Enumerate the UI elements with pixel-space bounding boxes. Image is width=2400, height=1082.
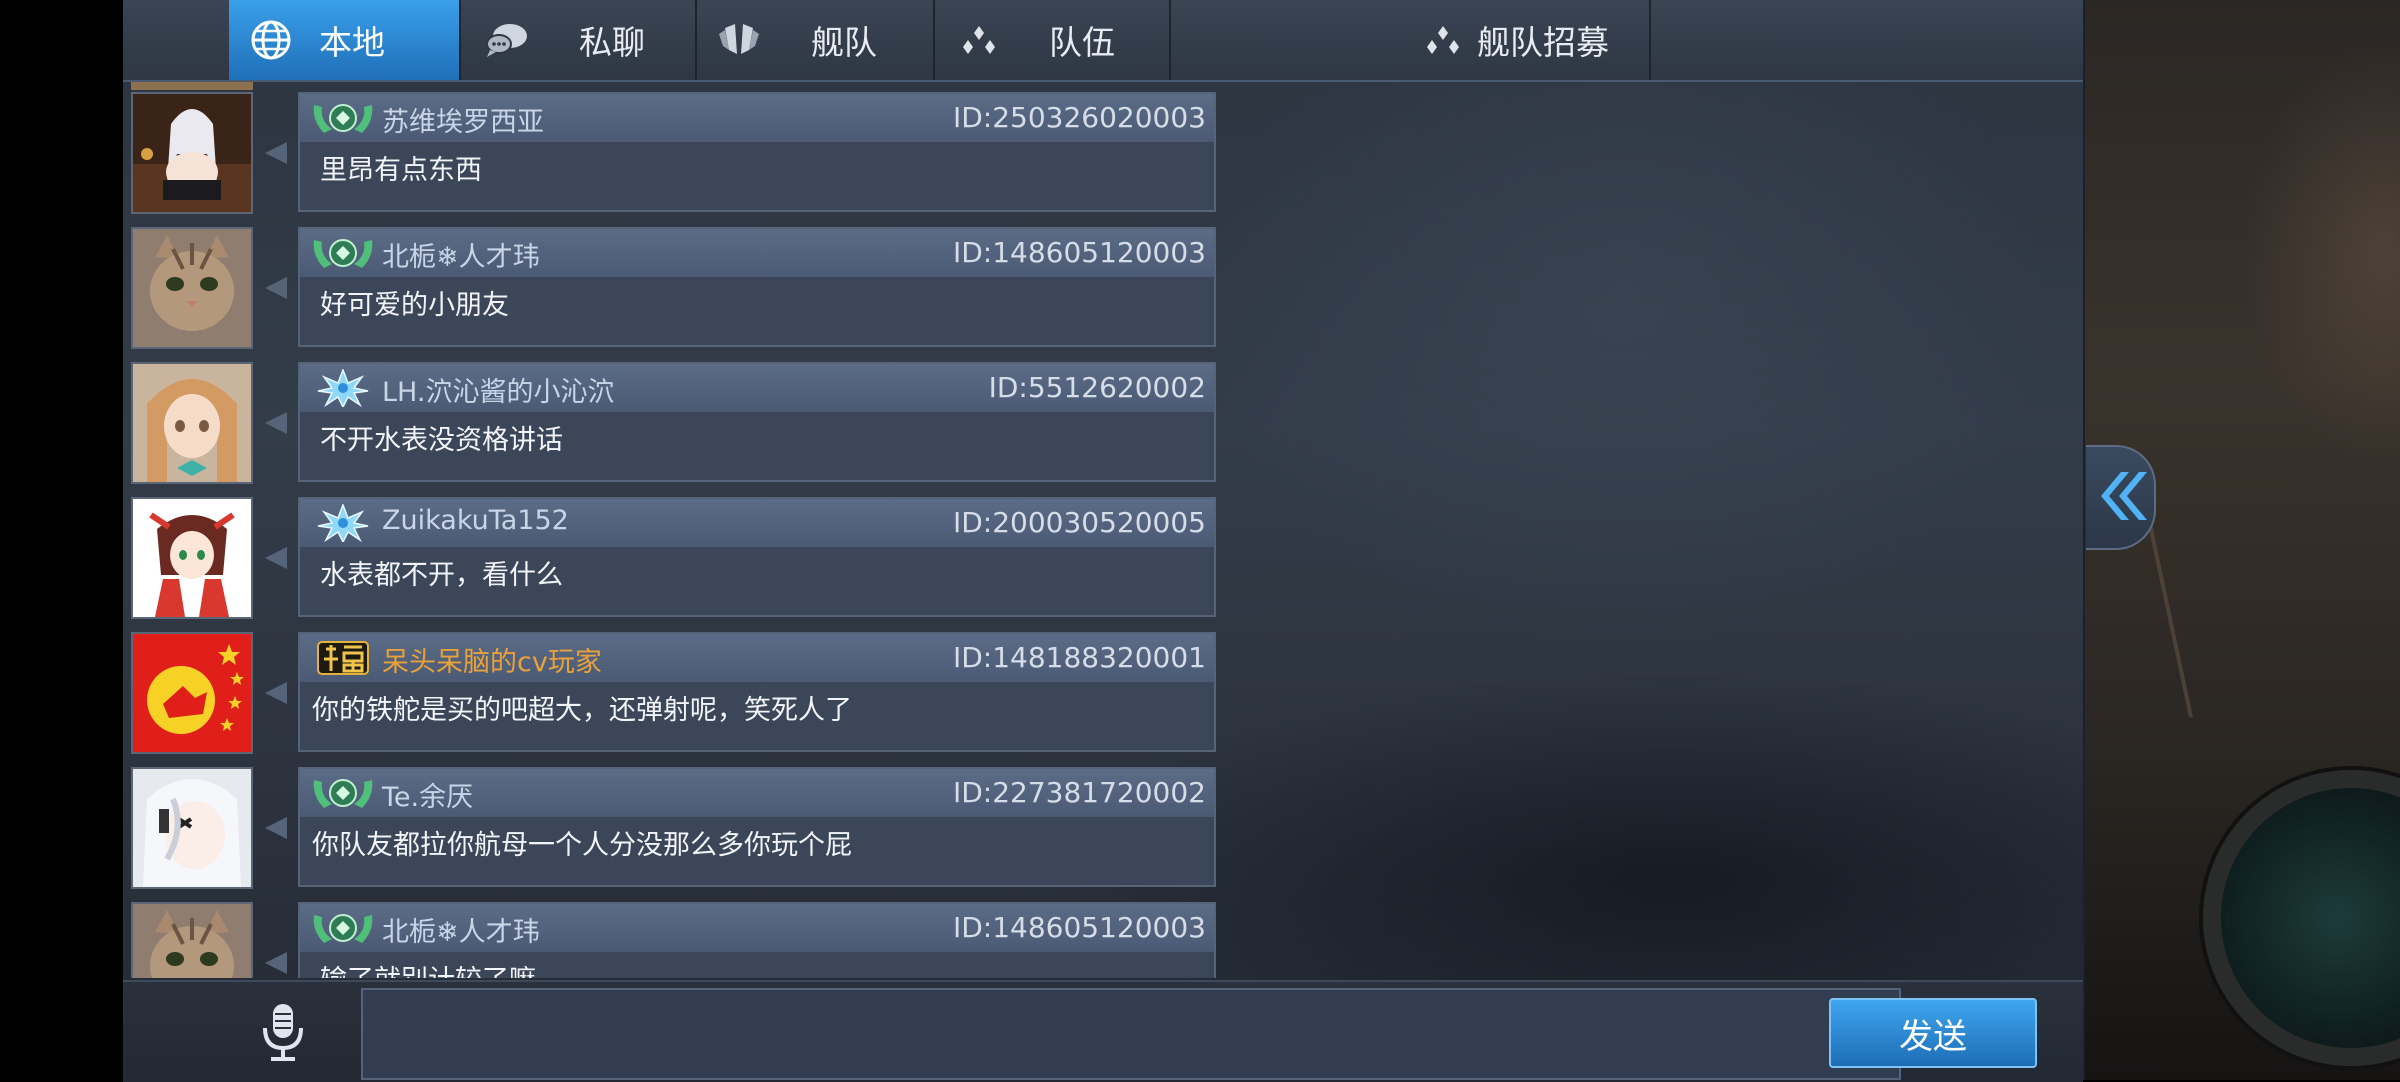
double-chevron-left-icon bbox=[2093, 466, 2147, 530]
sender-name[interactable]: Te.余厌 bbox=[382, 775, 473, 814]
tab-fleet-recruit[interactable]: 舰队招募 bbox=[1169, 0, 1651, 80]
sender-id: ID:148605120003 bbox=[952, 911, 1206, 944]
partial-avatar bbox=[131, 82, 253, 90]
ship-porthole bbox=[2203, 770, 2400, 1066]
sender-id: ID:148605120003 bbox=[952, 236, 1206, 269]
sender-id: ID:5512620002 bbox=[988, 371, 1206, 404]
message-text: 里昂有点东西 bbox=[320, 155, 482, 186]
message-bubble: 苏维埃罗西亚 ID:250326020003 里昂有点东西 bbox=[298, 92, 1216, 212]
message-bubble: 北栀❄人才玮 ID:148605120003 好可爱的小朋友 bbox=[298, 227, 1216, 347]
bubble-pointer bbox=[265, 952, 287, 974]
tab-team-label: 队伍 bbox=[1049, 23, 1115, 62]
message-header: ZuikakuTa152 ID:200030520005 bbox=[300, 499, 1214, 547]
cat-avatar[interactable] bbox=[131, 902, 253, 978]
message-text: 输了就别计较了嘛 bbox=[320, 958, 536, 978]
anime-blonde-avatar[interactable] bbox=[131, 362, 253, 484]
message-text: 不开水表没资格讲话 bbox=[320, 425, 563, 456]
list-item: Te.余厌 ID:227381720002 你队友都拉你航母一个人分没那么多你玩… bbox=[123, 767, 1223, 902]
white-hair-anime-avatar[interactable] bbox=[131, 767, 253, 889]
message-bubble: LH.泬沁酱的小沁泬 ID:5512620002 不开水表没资格讲话 bbox=[298, 362, 1216, 482]
message-text: 你队友都拉你航母一个人分没那么多你玩个屁 bbox=[312, 830, 852, 861]
green-wreath-badge-icon bbox=[310, 774, 376, 812]
chat-tab-bar: 本地 私聊 舰队 队伍 舰队招募 bbox=[123, 0, 2083, 82]
bubble-pointer bbox=[265, 682, 287, 704]
anime-shrine-maiden-avatar[interactable] bbox=[131, 497, 253, 619]
blue-snowflake-badge-icon bbox=[310, 502, 376, 544]
bubble-pointer bbox=[265, 277, 287, 299]
message-text: 好可爱的小朋友 bbox=[320, 290, 509, 321]
microphone-icon[interactable] bbox=[253, 1002, 313, 1062]
sender-name[interactable]: 苏维埃罗西亚 bbox=[382, 100, 544, 139]
send-button[interactable]: 发送 bbox=[1829, 998, 2037, 1068]
message-header: 呆头呆脑的cv玩家 ID:148188320001 bbox=[300, 634, 1214, 682]
message-bubble: Te.余厌 ID:227381720002 你队友都拉你航母一个人分没那么多你玩… bbox=[298, 767, 1216, 887]
chat-panel: 本地 私聊 舰队 队伍 舰队招募 苏维埃罗西亚 ID:250326020003 … bbox=[123, 0, 2085, 1082]
chat-input-bar: 发送 bbox=[123, 980, 2083, 1082]
tab-team[interactable]: 队伍 bbox=[933, 0, 1171, 80]
message-list[interactable]: 苏维埃罗西亚 ID:250326020003 里昂有点东西 北栀❄人才玮 ID:… bbox=[123, 82, 2083, 978]
sender-name[interactable]: 北栀❄人才玮 bbox=[382, 235, 540, 274]
tab-private[interactable]: 私聊 bbox=[459, 0, 697, 80]
sender-name[interactable]: 呆头呆脑的cv玩家 bbox=[382, 640, 602, 679]
list-item: 北栀❄人才玮 ID:148605120003 好可爱的小朋友 bbox=[123, 227, 1223, 362]
message-bubble: ZuikakuTa152 ID:200030520005 水表都不开，看什么 bbox=[298, 497, 1216, 617]
red-flag-avatar[interactable] bbox=[131, 632, 253, 754]
message-header: LH.泬沁酱的小沁泬 ID:5512620002 bbox=[300, 364, 1214, 412]
tab-private-label: 私聊 bbox=[579, 23, 645, 62]
team-dots-icon bbox=[955, 16, 1003, 64]
chat-message-input[interactable] bbox=[361, 988, 1901, 1080]
sender-id: ID:250326020003 bbox=[952, 101, 1206, 134]
list-item: 北栀❄人才玮 ID:148605120003 输了就别计较了嘛 bbox=[123, 902, 1223, 978]
message-text: 水表都不开，看什么 bbox=[320, 560, 563, 591]
fleet-emblem-icon bbox=[715, 16, 763, 64]
sender-id: ID:148188320001 bbox=[952, 641, 1206, 674]
tab-fleet[interactable]: 舰队 bbox=[695, 0, 935, 80]
sender-id: ID:227381720002 bbox=[952, 776, 1206, 809]
sender-id: ID:200030520005 bbox=[952, 506, 1206, 539]
message-header: 北栀❄人才玮 ID:148605120003 bbox=[300, 229, 1214, 277]
blue-snowflake-badge-icon bbox=[310, 367, 376, 409]
fu-character-badge-icon bbox=[310, 639, 376, 677]
bubble-pointer bbox=[265, 142, 287, 164]
list-item: LH.泬沁酱的小沁泬 ID:5512620002 不开水表没资格讲话 bbox=[123, 362, 1223, 497]
list-item: ZuikakuTa152 ID:200030520005 水表都不开，看什么 bbox=[123, 497, 1223, 632]
tab-fleet-recruit-label: 舰队招募 bbox=[1477, 23, 1609, 62]
sender-name[interactable]: 北栀❄人才玮 bbox=[382, 910, 540, 949]
cat-avatar[interactable] bbox=[131, 227, 253, 349]
tab-local[interactable]: 本地 bbox=[229, 0, 461, 80]
list-item: 呆头呆脑的cv玩家 ID:148188320001 你的铁舵是买的吧超大，还弹射… bbox=[123, 632, 1223, 767]
message-bubble: 北栀❄人才玮 ID:148605120003 输了就别计较了嘛 bbox=[298, 902, 1216, 978]
green-wreath-badge-icon bbox=[310, 234, 376, 272]
tab-fleet-label: 舰队 bbox=[811, 23, 877, 62]
message-header: 北栀❄人才玮 ID:148605120003 bbox=[300, 904, 1214, 952]
message-bubble: 呆头呆脑的cv玩家 ID:148188320001 你的铁舵是买的吧超大，还弹射… bbox=[298, 632, 1216, 752]
bubble-pointer bbox=[265, 547, 287, 569]
message-text: 你的铁舵是买的吧超大，还弹射呢，笑死人了 bbox=[312, 695, 852, 726]
sender-name[interactable]: ZuikakuTa152 bbox=[382, 505, 569, 536]
collapse-panel-button[interactable] bbox=[2086, 445, 2156, 550]
green-wreath-badge-icon bbox=[310, 99, 376, 137]
tab-local-label: 本地 bbox=[319, 23, 385, 62]
chat-bubbles-icon bbox=[483, 16, 531, 64]
green-wreath-badge-icon bbox=[310, 909, 376, 947]
message-header: 苏维埃罗西亚 ID:250326020003 bbox=[300, 94, 1214, 142]
bubble-pointer bbox=[265, 817, 287, 839]
list-item: 苏维埃罗西亚 ID:250326020003 里昂有点东西 bbox=[123, 92, 1223, 227]
bubble-pointer bbox=[265, 412, 287, 434]
message-header: Te.余厌 ID:227381720002 bbox=[300, 769, 1214, 817]
anime-girl-avatar[interactable] bbox=[131, 92, 253, 214]
sender-name[interactable]: LH.泬沁酱的小沁泬 bbox=[382, 370, 614, 409]
team-dots-icon bbox=[1419, 16, 1467, 64]
globe-icon bbox=[247, 16, 295, 64]
